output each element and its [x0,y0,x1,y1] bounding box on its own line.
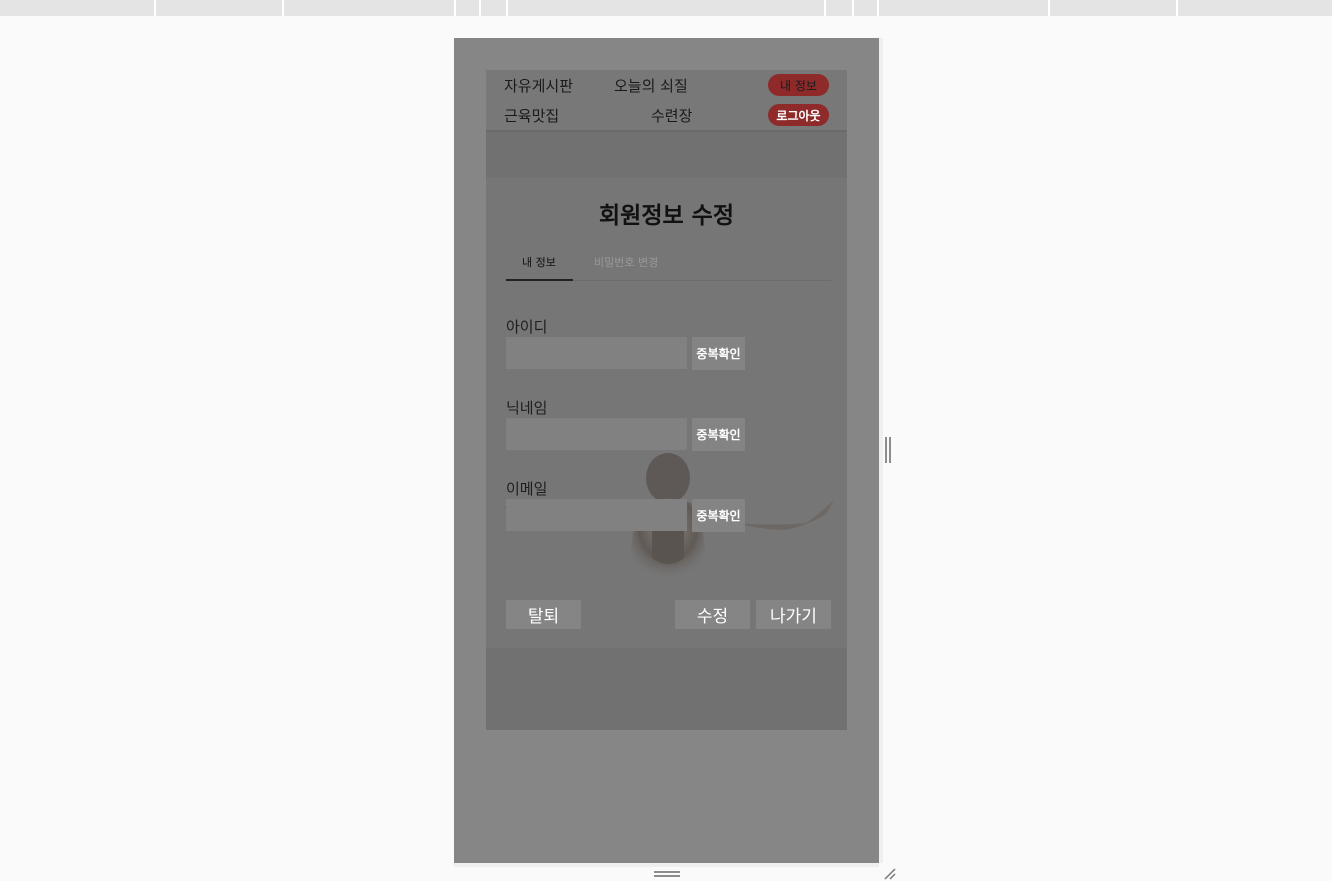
tab-my-info[interactable]: 내 정보 [522,254,556,270]
nav-link-training-ground[interactable]: 수련장 [651,105,692,126]
ruler-tick [877,0,879,16]
logout-button[interactable]: 로그아웃 [768,104,829,126]
nav-link-muscle-restaurant[interactable]: 근육맛집 [504,105,559,126]
ruler-tick [479,0,481,16]
resize-handle-right[interactable] [885,437,891,463]
email-label: 이메일 [506,480,548,498]
email-input[interactable] [506,499,687,531]
nickname-duplicate-check-button[interactable]: 중복확인 [692,418,745,451]
nav-link-today-workout[interactable]: 오늘의 쇠질 [614,75,688,96]
viewport-ruler [0,0,1332,16]
withdraw-button[interactable]: 탈퇴 [506,600,581,629]
ruler-tick [1048,0,1050,16]
nickname-input[interactable] [506,418,687,450]
edit-profile-card: 회원정보 수정 내 정보 비밀번호 변경 아이디 중복확인 닉네임 중복확인 이… [486,178,847,648]
nickname-label: 닉네임 [506,399,548,417]
tab-change-password[interactable]: 비밀번호 변경 [594,254,658,270]
id-label: 아이디 [506,318,548,336]
logout-label: 로그아웃 [776,108,821,123]
edit-button[interactable]: 수정 [675,600,750,629]
resize-handle-bottom[interactable] [654,871,680,877]
email-duplicate-check-button[interactable]: 중복확인 [692,499,745,532]
ruler-tick [824,0,826,16]
my-info-label: 내 정보 [780,78,817,93]
exit-button[interactable]: 나가기 [756,600,831,629]
resize-corner-icon[interactable] [882,866,896,880]
page-title: 회원정보 수정 [599,203,734,229]
ruler-tick [506,0,508,16]
id-input[interactable] [506,337,687,369]
my-info-button[interactable]: 내 정보 [768,74,829,96]
id-duplicate-check-button[interactable]: 중복확인 [692,337,745,370]
ruler-tick [852,0,854,16]
ruler-tick [282,0,284,16]
ruler-tick [154,0,156,16]
active-tab-indicator [506,279,573,281]
ruler-tick [454,0,456,16]
nav-link-free-board[interactable]: 자유게시판 [504,75,573,96]
ruler-tick [1176,0,1178,16]
